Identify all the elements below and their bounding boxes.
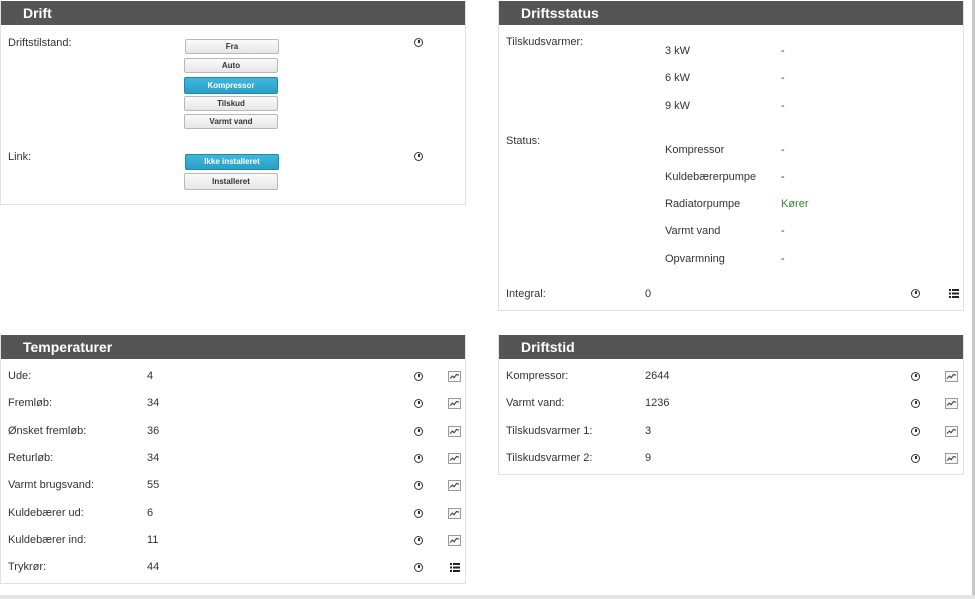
driftstid-row-label: Tilskudsvarmer 1: [506, 424, 593, 437]
tilskudsvarmer-9kw-label: 9 kW [665, 100, 691, 112]
temperaturer-graph-chart-icon[interactable] [448, 534, 461, 546]
temperaturer-row-value: 6 [147, 506, 154, 519]
driftstid-history-clock-icon[interactable] [911, 372, 920, 381]
mode-button-kompressor[interactable]: Kompressor [184, 77, 278, 94]
status-label: Status: [506, 135, 541, 147]
link-label: Link: [8, 151, 32, 163]
temperaturer-row-value: 34 [147, 397, 160, 410]
status-opvarmning-value: - [781, 253, 785, 265]
temperaturer-row-label: Varmt brugsvand: [8, 479, 95, 492]
temperaturer-row-label: Kuldebærer ind: [8, 533, 87, 546]
driftstid-graph-chart-icon[interactable] [945, 425, 958, 437]
tilskudsvarmer-9kw-value: - [781, 100, 785, 112]
driftsstatus-panel: Driftsstatus Tilskudsvarmer: 3 kW - 6 kW… [498, 1, 964, 311]
driftsstatus-title: Driftsstatus [499, 1, 963, 25]
temperaturer-row-value: 44 [147, 561, 160, 574]
drift-panel: Drift Driftstilstand: Fra Auto Kompresso… [0, 1, 466, 205]
driftstid-history-clock-icon[interactable] [911, 399, 920, 409]
driftstid-history-clock-icon[interactable] [911, 453, 920, 463]
driftstilstand-history-clock-icon[interactable] [414, 38, 423, 47]
temperaturer-graph-chart-icon[interactable] [448, 398, 461, 410]
integral-label: Integral: [506, 288, 546, 300]
temperaturer-history-clock-icon[interactable] [414, 481, 423, 491]
tilskudsvarmer-6kw-value: - [781, 72, 785, 84]
status-varmt-vand-value: - [781, 225, 785, 237]
driftstid-graph-chart-icon[interactable] [945, 371, 958, 382]
temperaturer-history-clock-icon[interactable] [414, 563, 423, 573]
temperaturer-history-clock-icon[interactable] [414, 372, 423, 381]
driftstid-graph-chart-icon[interactable] [945, 452, 958, 464]
mode-button-auto[interactable]: Auto [184, 58, 278, 73]
driftstid-row-value: 9 [645, 451, 652, 464]
status-kuldebaererpumpe-value: - [781, 171, 785, 183]
status-radiatorpumpe-value: Kører [781, 198, 809, 210]
driftstid-history-clock-icon[interactable] [911, 426, 920, 436]
driftstid-panel: Driftstid Kompressor: 2644 Varmt vand: 1236… [498, 335, 964, 475]
driftstid-row-label: Varmt vand: [506, 397, 565, 410]
temperaturer-row-value: 34 [147, 451, 160, 464]
temperaturer-graph-chart-icon[interactable] [448, 507, 461, 519]
temperaturer-history-clock-icon[interactable] [414, 426, 423, 436]
status-radiatorpumpe-label: Radiatorpumpe [665, 198, 741, 210]
temperaturer-history-clock-icon[interactable] [414, 399, 423, 409]
temperaturer-row-label: Ude: [8, 370, 32, 382]
status-kompressor-value: - [781, 144, 785, 156]
driftstid-row-value: 1236 [645, 397, 670, 410]
status-kompressor-label: Kompressor [665, 144, 725, 156]
temperaturer-list-icon[interactable] [450, 563, 460, 573]
horizontal-scrollbar[interactable] [0, 595, 975, 599]
temperaturer-title: Temperaturer [1, 335, 465, 359]
temperaturer-row-value: 55 [147, 479, 160, 492]
status-kuldebaererpumpe-label: Kuldebærerpumpe [665, 171, 757, 183]
driftstid-graph-chart-icon[interactable] [945, 398, 958, 410]
tilskudsvarmer-3kw-label: 3 kW [665, 45, 691, 57]
temperaturer-history-clock-icon[interactable] [414, 453, 423, 463]
temperaturer-graph-chart-icon[interactable] [448, 452, 461, 464]
driftstid-row-label: Tilskudsvarmer 2: [506, 451, 593, 464]
mode-button-varmt-vand[interactable]: Varmt vand [184, 114, 278, 129]
tilskudsvarmer-6kw-label: 6 kW [665, 72, 691, 84]
driftstid-row-label: Kompressor: [506, 370, 569, 382]
mode-button-tilskud[interactable]: Tilskud [184, 96, 278, 111]
temperaturer-graph-chart-icon[interactable] [448, 425, 461, 437]
integral-list-icon[interactable] [949, 289, 959, 298]
temperaturer-row-label: Fremløb: [8, 397, 52, 410]
mode-button-fra[interactable]: Fra [185, 39, 279, 54]
integral-history-clock-icon[interactable] [911, 289, 920, 298]
link-button-ikke-installeret[interactable]: Ikke installeret [185, 154, 279, 170]
status-varmt-vand-label: Varmt vand [665, 225, 721, 237]
integral-value: 0 [645, 288, 652, 300]
link-history-clock-icon[interactable] [414, 152, 423, 161]
temperaturer-row-value: 11 [147, 533, 159, 546]
temperaturer-history-clock-icon[interactable] [414, 508, 423, 518]
temperaturer-history-clock-icon[interactable] [414, 535, 423, 545]
temperaturer-row-label: Ønsket fremløb: [8, 424, 87, 437]
temperaturer-graph-chart-icon[interactable] [448, 371, 461, 382]
driftstilstand-label: Driftstilstand: [8, 37, 72, 49]
drift-title: Drift [1, 1, 465, 25]
temperaturer-row-label: Kuldebærer ud: [8, 506, 84, 519]
link-button-installeret[interactable]: Installeret [184, 173, 278, 190]
temperaturer-row-label: Returløb: [8, 451, 54, 464]
tilskudsvarmer-3kw-value: - [781, 45, 785, 57]
temperaturer-panel: Temperaturer Ude: 4 Fremløb: 34 Ønsket freml… [0, 335, 466, 584]
temperaturer-row-value: 36 [147, 424, 160, 437]
driftstid-row-value: 2644 [645, 370, 670, 382]
temperaturer-graph-chart-icon[interactable] [448, 480, 461, 492]
driftstid-title: Driftstid [499, 335, 963, 359]
tilskudsvarmer-label: Tilskudsvarmer: [506, 36, 584, 48]
temperaturer-row-value: 4 [147, 370, 154, 382]
temperaturer-row-label: Trykrør: [8, 561, 47, 574]
driftstid-row-value: 3 [645, 424, 652, 437]
status-opvarmning-label: Opvarmning [665, 253, 725, 265]
